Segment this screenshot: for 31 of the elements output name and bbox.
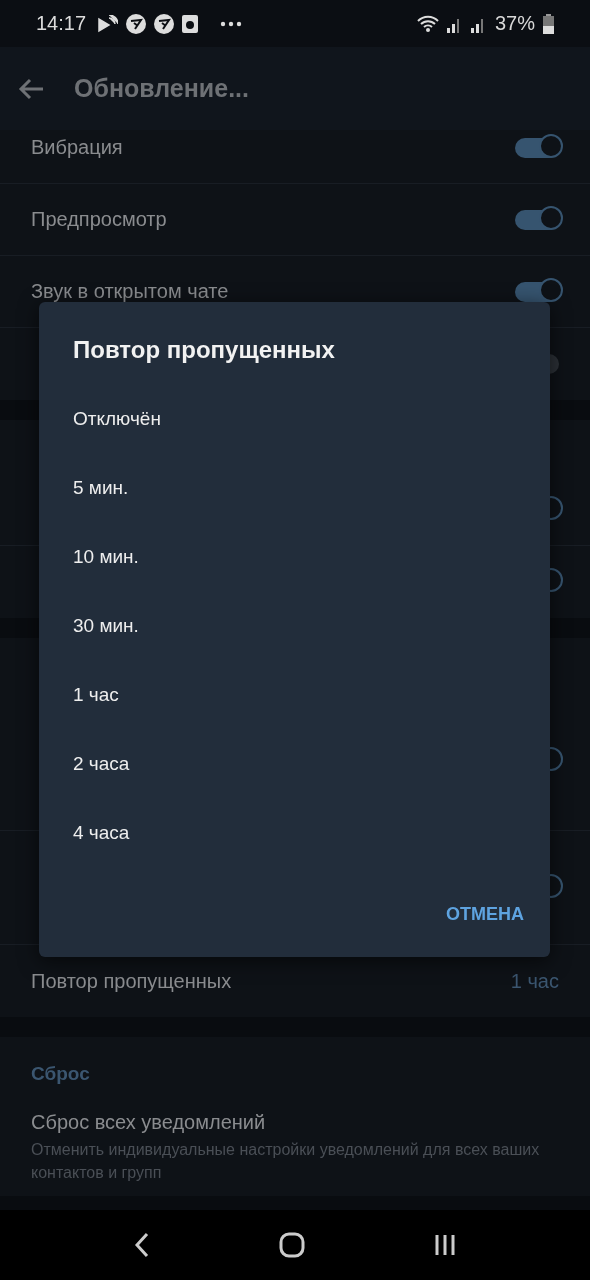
home-icon[interactable] <box>279 1232 305 1258</box>
battery-icon <box>543 13 554 34</box>
dialog-option[interactable]: 10 мин. <box>73 522 524 591</box>
dialog-option[interactable]: 5 мин. <box>73 453 524 522</box>
dialog-option[interactable]: 2 часа <box>73 729 524 798</box>
setting-title[interactable]: Сброс всех уведомлений <box>31 1111 559 1134</box>
recent-apps-icon[interactable] <box>433 1233 456 1257</box>
dialog-option[interactable]: Отключён <box>73 384 524 453</box>
app-notification-icon <box>154 13 175 34</box>
section-header: Сброс <box>30 1062 91 1086</box>
dialog-title: Повтор пропущенных <box>73 336 336 364</box>
clock-app-icon <box>182 14 199 33</box>
status-time: 14:17 <box>36 12 87 35</box>
cancel-button[interactable]: ОТМЕНА <box>446 896 524 933</box>
dialog-option[interactable]: 30 мин. <box>73 591 524 660</box>
setting-title[interactable]: Повтор пропущенных <box>31 969 511 993</box>
more-icon <box>220 20 243 27</box>
back-arrow-icon[interactable] <box>18 77 44 100</box>
cast-icon <box>98 14 119 33</box>
app-notification-icon <box>126 13 147 34</box>
setting-title[interactable]: Звук в открытом чате <box>31 280 515 303</box>
setting-title[interactable]: Вибрация <box>31 136 515 159</box>
wifi-icon <box>416 14 439 33</box>
battery-percent: 37% <box>494 12 535 35</box>
setting-value: 1 час <box>510 969 559 993</box>
setting-description: Отменить индивидуальные настройки уведомлений для всех ваших контактов и групп <box>31 1140 541 1183</box>
setting-title[interactable]: Предпросмотр <box>31 208 515 231</box>
page-title: Обновление... <box>74 74 249 103</box>
dialog-option[interactable]: 1 час <box>73 660 524 729</box>
back-icon[interactable] <box>134 1232 151 1258</box>
dialog-option[interactable]: 4 часа <box>73 798 524 867</box>
